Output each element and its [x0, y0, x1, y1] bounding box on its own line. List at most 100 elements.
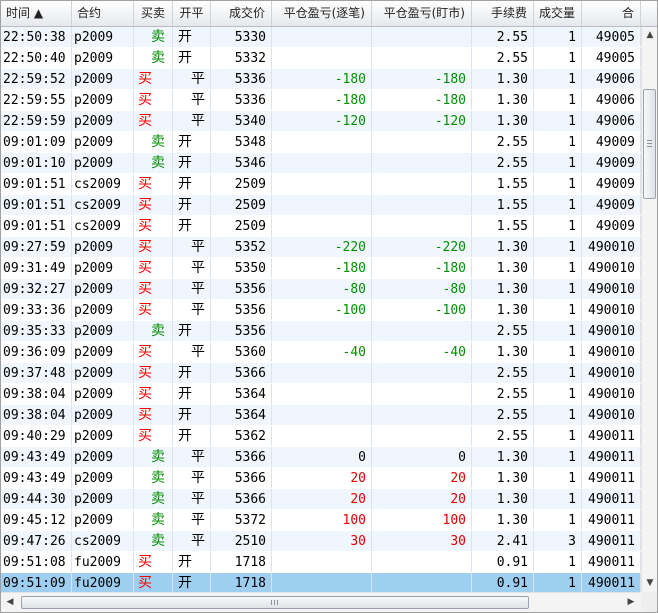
vertical-scroll-thumb[interactable] [643, 89, 656, 199]
arrow-up-icon[interactable]: ▲ [642, 27, 657, 43]
table-row[interactable]: 09:47:26 cs2009 卖平 2510 30 30 2.41 3 490011 [1, 531, 641, 552]
cell-pnl-by-trade [272, 195, 372, 215]
table-row[interactable]: 22:59:59 p2009 买平 5340 -120 -120 1.30 1 49006 [1, 111, 641, 132]
cell-side: 买 [134, 300, 173, 320]
cell-time: 09:43:49 [1, 447, 72, 467]
cell-volume: 1 [534, 48, 582, 68]
scrollbar-corner [641, 592, 657, 612]
cell-volume: 1 [534, 447, 582, 467]
table-row[interactable]: 22:59:55 p2009 买平 5336 -180 -180 1.30 1 49006 [1, 90, 641, 111]
cell-contract: cs2009 [72, 216, 134, 236]
cell-time: 09:51:08 [1, 552, 72, 572]
table-row[interactable]: 09:51:08 fu2009 买开 1718 0.91 1 490011 [1, 552, 641, 573]
vertical-scrollbar[interactable]: ▲ ▼ [641, 27, 657, 592]
col-header-volume[interactable]: 成交量 [534, 1, 582, 26]
cell-contract: p2009 [72, 363, 134, 383]
table-row[interactable]: 09:38:04 p2009 买开 5364 2.55 1 490010 [1, 405, 641, 426]
table-row[interactable]: 09:51:09 fu2009 买开 1718 0.91 1 490011 [1, 573, 641, 592]
cell-time: 22:50:38 [1, 27, 72, 47]
col-header-pnl-mark-to-market[interactable]: 平仓盈亏(盯市) [372, 1, 472, 26]
cell-pnl-by-trade: -80 [272, 279, 372, 299]
cell-price: 5364 [211, 405, 272, 425]
table-row[interactable]: 09:01:09 p2009 卖开 5348 2.55 1 49009 [1, 132, 641, 153]
col-header-fee[interactable]: 手续费 [472, 1, 534, 26]
cell-volume: 1 [534, 468, 582, 488]
col-header-time[interactable]: 时间 ▲ [1, 1, 72, 26]
cell-fee: 2.55 [472, 27, 534, 47]
table-row[interactable]: 09:01:51 cs2009 买开 2509 1.55 1 49009 [1, 195, 641, 216]
cell-side: 买 [134, 363, 173, 383]
col-header-side[interactable]: 买卖 [134, 1, 173, 26]
cell-open-close: 平 [173, 342, 211, 362]
col-header-open-close[interactable]: 开平 [173, 1, 211, 26]
cell-fee: 1.30 [472, 69, 534, 89]
cell-side: 卖 [134, 489, 173, 509]
cell-price: 1718 [211, 573, 272, 592]
cell-volume: 1 [534, 195, 582, 215]
cell-volume: 1 [534, 426, 582, 446]
cell-side: 卖 [134, 132, 173, 152]
col-header-pnl-by-trade[interactable]: 平仓盈亏(逐笔) [272, 1, 372, 26]
cell-trade-id: 49006 [582, 90, 641, 110]
cell-pnl-mark-to-market: 20 [372, 489, 472, 509]
cell-volume: 1 [534, 90, 582, 110]
cell-open-close: 平 [173, 258, 211, 278]
cell-price: 5372 [211, 510, 272, 530]
arrow-right-icon[interactable]: ▶ [623, 594, 639, 610]
cell-pnl-by-trade: 20 [272, 489, 372, 509]
cell-open-close: 平 [173, 531, 211, 551]
table-row[interactable]: 09:36:09 p2009 买平 5360 -40 -40 1.30 1 490010 [1, 342, 641, 363]
cell-open-close: 平 [173, 90, 211, 110]
table-row[interactable]: 09:43:49 p2009 卖平 5366 20 20 1.30 1 490011 [1, 468, 641, 489]
cell-volume: 1 [534, 573, 582, 592]
cell-price: 2509 [211, 216, 272, 236]
table-row[interactable]: 09:35:33 p2009 卖开 5356 2.55 1 490010 [1, 321, 641, 342]
table-row[interactable]: 09:33:36 p2009 买平 5356 -100 -100 1.30 1 490010 [1, 300, 641, 321]
col-header-contract[interactable]: 合约 [72, 1, 134, 26]
horizontal-scroll-thumb[interactable] [21, 596, 529, 609]
cell-pnl-mark-to-market [372, 153, 472, 173]
cell-side: 卖 [134, 468, 173, 488]
cell-volume: 1 [534, 489, 582, 509]
table-row[interactable]: 22:50:40 p2009 卖开 5332 2.55 1 49005 [1, 48, 641, 69]
horizontal-scrollbar[interactable]: ◀ ▶ [1, 592, 641, 612]
table-row[interactable]: 09:37:48 p2009 买开 5366 2.55 1 490010 [1, 363, 641, 384]
cell-price: 5330 [211, 27, 272, 47]
cell-volume: 1 [534, 552, 582, 572]
cell-side: 买 [134, 111, 173, 131]
cell-volume: 1 [534, 321, 582, 341]
col-header-trade-id[interactable]: 合 [582, 1, 641, 26]
cell-volume: 1 [534, 342, 582, 362]
cell-fee: 2.55 [472, 405, 534, 425]
table-row[interactable]: 09:44:30 p2009 卖平 5366 20 20 1.30 1 490011 [1, 489, 641, 510]
table-row[interactable]: 09:27:59 p2009 买平 5352 -220 -220 1.30 1 490010 [1, 237, 641, 258]
table-row[interactable]: 09:40:29 p2009 买开 5362 2.55 1 490011 [1, 426, 641, 447]
table-row[interactable]: 09:31:49 p2009 买平 5350 -180 -180 1.30 1 490010 [1, 258, 641, 279]
table-row[interactable]: 09:01:51 cs2009 买开 2509 1.55 1 49009 [1, 216, 641, 237]
cell-fee: 0.91 [472, 552, 534, 572]
cell-contract: p2009 [72, 384, 134, 404]
table-row[interactable]: 09:32:27 p2009 买平 5356 -80 -80 1.30 1 490010 [1, 279, 641, 300]
cell-contract: p2009 [72, 279, 134, 299]
table-row[interactable]: 09:38:04 p2009 买开 5364 2.55 1 490010 [1, 384, 641, 405]
table-row[interactable]: 09:45:12 p2009 卖平 5372 100 100 1.30 1 490011 [1, 510, 641, 531]
table-row[interactable]: 22:50:38 p2009 卖开 5330 2.55 1 49005 [1, 27, 641, 48]
table-row[interactable]: 09:43:49 p2009 卖平 5366 0 0 1.30 1 490011 [1, 447, 641, 468]
cell-contract: p2009 [72, 27, 134, 47]
arrow-left-icon[interactable]: ◀ [2, 594, 18, 610]
cell-open-close: 平 [173, 468, 211, 488]
table-row[interactable]: 09:01:51 cs2009 买开 2509 1.55 1 49009 [1, 174, 641, 195]
cell-fee: 1.30 [472, 258, 534, 278]
table-row[interactable]: 22:59:52 p2009 买平 5336 -180 -180 1.30 1 49006 [1, 69, 641, 90]
cell-fee: 2.41 [472, 531, 534, 551]
cell-pnl-by-trade: -180 [272, 258, 372, 278]
cell-price: 5352 [211, 237, 272, 257]
table-row[interactable]: 09:01:10 p2009 卖开 5346 2.55 1 49009 [1, 153, 641, 174]
arrow-down-icon[interactable]: ▼ [642, 575, 657, 591]
cell-fee: 1.30 [472, 111, 534, 131]
cell-pnl-mark-to-market: 0 [372, 447, 472, 467]
table-header: 时间 ▲ 合约 买卖 开平 成交价 平仓盈亏(逐笔) 平仓盈亏(盯市) 手续费 … [1, 1, 657, 27]
cell-volume: 1 [534, 258, 582, 278]
cell-fee: 1.30 [472, 468, 534, 488]
col-header-price[interactable]: 成交价 [211, 1, 272, 26]
